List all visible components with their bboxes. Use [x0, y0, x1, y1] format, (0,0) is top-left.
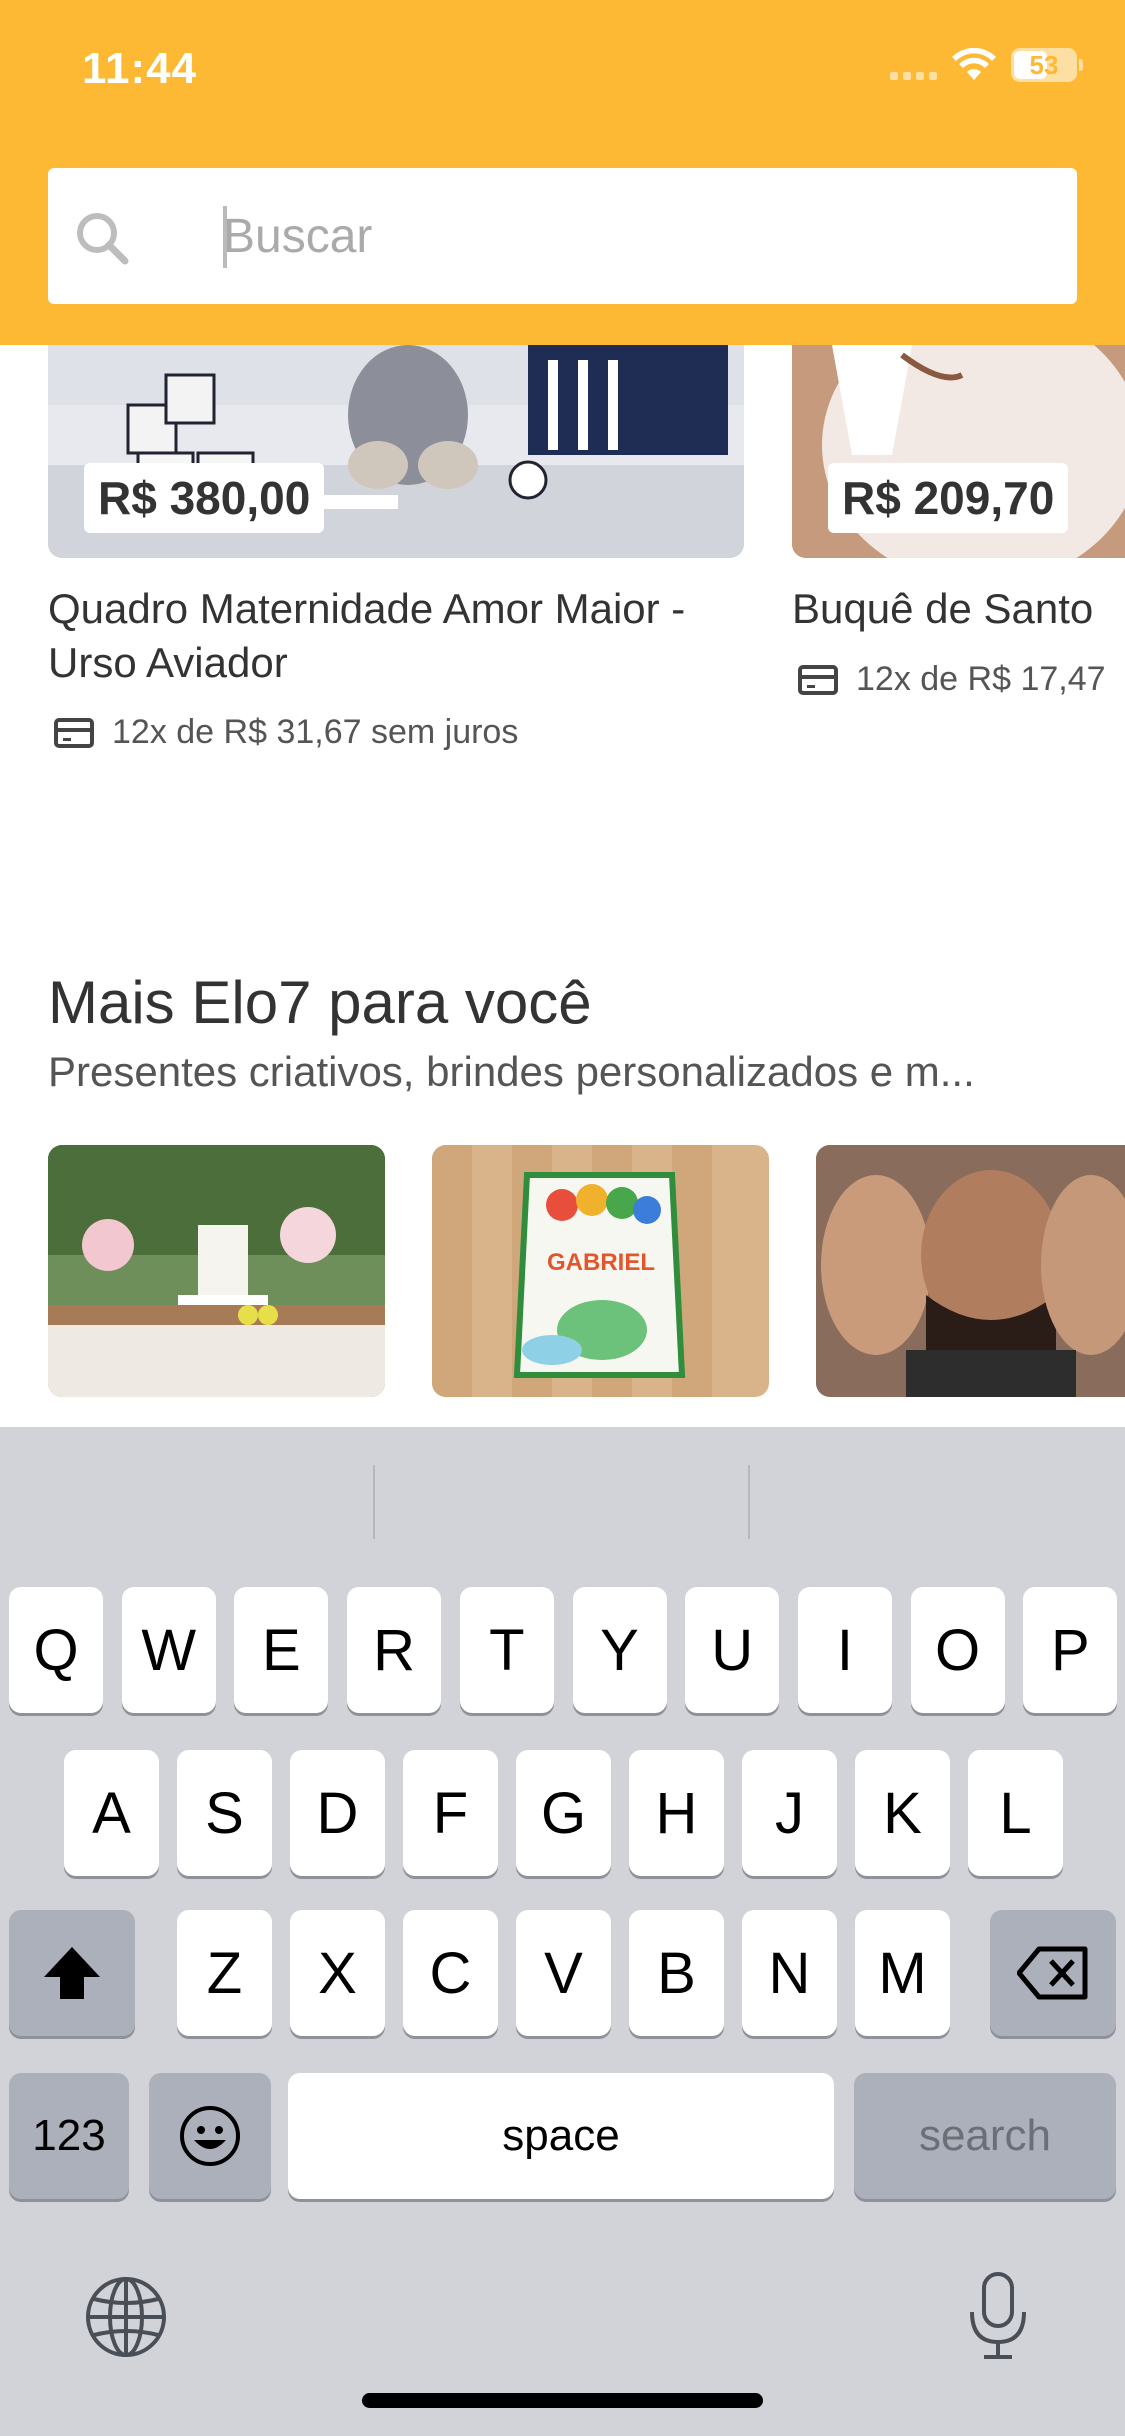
key-x[interactable]: X — [290, 1910, 385, 2036]
search-key[interactable]: search — [854, 2073, 1116, 2199]
key-p[interactable]: P — [1023, 1587, 1118, 1713]
bag-name-text: GABRIEL — [547, 1249, 655, 1276]
category-thumbnail[interactable] — [48, 1145, 385, 1397]
key-b[interactable]: B — [629, 1910, 724, 2036]
microphone-icon[interactable] — [966, 2270, 1030, 2362]
key-a[interactable]: A — [64, 1750, 159, 1876]
installments-text: 12x de R$ 31,67 sem juros — [112, 713, 519, 751]
key-z[interactable]: Z — [177, 1910, 272, 2036]
home-indicator — [362, 2393, 763, 2408]
credit-card-icon — [798, 664, 838, 695]
key-v[interactable]: V — [516, 1910, 611, 2036]
app-header: 11:44 53 — [0, 0, 1125, 345]
space-key[interactable]: space — [288, 2073, 834, 2199]
section-title: Mais Elo7 para você — [48, 969, 592, 1036]
key-u[interactable]: U — [685, 1587, 780, 1713]
product-title[interactable]: Buquê de Santo — [792, 582, 1093, 636]
category-thumbnail[interactable] — [816, 1145, 1125, 1397]
shift-key[interactable] — [9, 1910, 135, 2036]
key-n[interactable]: N — [742, 1910, 837, 2036]
status-icons: 53 — [890, 48, 1083, 82]
status-time: 11:44 — [82, 44, 198, 93]
key-f[interactable]: F — [403, 1750, 498, 1876]
key-y[interactable]: Y — [572, 1587, 667, 1713]
key-s[interactable]: S — [177, 1750, 272, 1876]
search-icon — [77, 213, 129, 265]
prediction-divider — [373, 1465, 375, 1539]
prediction-divider — [748, 1465, 750, 1539]
globe-icon[interactable] — [84, 2275, 168, 2359]
search-input[interactable] — [223, 196, 1043, 276]
battery-level: 53 — [1029, 49, 1059, 80]
search-bar[interactable] — [48, 168, 1077, 304]
key-t[interactable]: T — [459, 1587, 554, 1713]
backspace-key[interactable] — [990, 1910, 1116, 2036]
key-j[interactable]: J — [742, 1750, 837, 1876]
wifi-icon — [952, 48, 996, 80]
credit-card-icon — [54, 717, 94, 748]
section-subtitle: Presentes criativos, brindes personaliza… — [48, 1048, 975, 1095]
key-e[interactable]: E — [234, 1587, 329, 1713]
category-thumbnail[interactable]: GABRIEL — [432, 1145, 769, 1397]
product-price: R$ 380,00 — [84, 463, 325, 533]
key-i[interactable]: I — [797, 1587, 892, 1713]
shift-icon — [44, 1947, 100, 1999]
key-w[interactable]: W — [121, 1587, 216, 1713]
key-c[interactable]: C — [403, 1910, 498, 2036]
key-h[interactable]: H — [629, 1750, 724, 1876]
numbers-key[interactable]: 123 — [9, 2073, 129, 2199]
key-d[interactable]: D — [290, 1750, 385, 1876]
product-card[interactable]: B C R$ 380,00 Quadro Maternidade Amor Ma… — [48, 345, 744, 765]
key-l[interactable]: L — [968, 1750, 1063, 1876]
emoji-icon — [180, 2106, 240, 2166]
installments-text: 12x de R$ 17,47 — [856, 660, 1106, 698]
key-o[interactable]: O — [910, 1587, 1005, 1713]
battery-icon: 53 — [1011, 48, 1083, 82]
product-price: R$ 209,70 — [828, 463, 1069, 533]
cellular-signal-icon — [890, 50, 937, 80]
key-k[interactable]: K — [855, 1750, 950, 1876]
product-installments: 12x de R$ 31,67 sem juros — [54, 713, 518, 752]
product-card[interactable]: R$ 209,70 Buquê de Santo 12x de R$ 17,47 — [792, 345, 1125, 765]
product-installments: 12x de R$ 17,47 — [798, 660, 1106, 699]
emoji-key[interactable] — [149, 2073, 271, 2199]
product-title[interactable]: Quadro Maternidade Amor Maior - Urso Avi… — [48, 582, 744, 690]
key-q[interactable]: Q — [9, 1587, 103, 1713]
key-g[interactable]: G — [516, 1750, 611, 1876]
backspace-icon — [1017, 1946, 1088, 2000]
key-m[interactable]: M — [855, 1910, 950, 2036]
key-r[interactable]: R — [347, 1587, 442, 1713]
